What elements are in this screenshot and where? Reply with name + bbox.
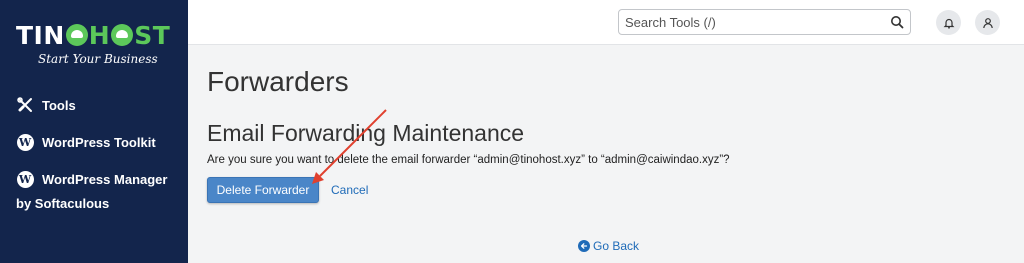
sidebar-item-wordpress-manager[interactable]: W WordPress Manager <box>16 170 167 188</box>
go-back-label: Go Back <box>593 239 640 253</box>
sidebar-item-label: Tools <box>42 97 76 113</box>
user-icon <box>982 17 993 28</box>
section-title: Email Forwarding Maintenance <box>207 120 525 146</box>
logo-cloud-o-icon <box>65 24 88 46</box>
logo-tagline: Start Your Business <box>38 52 158 66</box>
go-back-link[interactable]: Go Back <box>578 239 639 253</box>
tinohost-logo[interactable]: TIN H ST Start Your Business <box>16 22 176 67</box>
logo-text-tino: TIN <box>16 21 65 50</box>
wordpress-icon: W <box>16 133 34 151</box>
logo-text-h: H <box>88 21 111 50</box>
delete-forwarder-button[interactable]: Delete Forwarder <box>207 177 319 203</box>
confirmation-message: Are you sure you want to delete the emai… <box>207 154 730 166</box>
wordpress-icon: W <box>16 170 34 188</box>
logo-wordmark: TIN H ST <box>16 22 176 50</box>
sidebar-item-label: WordPress Toolkit <box>42 134 156 150</box>
arrow-left-circle-icon <box>578 240 590 252</box>
search-placeholder: Search Tools (/) <box>625 15 716 30</box>
sidebar: TIN H ST Start Your Business Tools W WordP… <box>0 0 188 263</box>
sidebar-item-wordpress-toolkit[interactable]: W WordPress Toolkit <box>16 133 156 151</box>
search-input[interactable]: Search Tools (/) <box>618 9 911 35</box>
notifications-button[interactable] <box>936 10 961 35</box>
sidebar-item-label: WordPress Manager <box>42 171 168 187</box>
cancel-link[interactable]: Cancel <box>331 183 368 197</box>
sidebar-item-sublabel[interactable]: by Softaculous <box>16 196 109 211</box>
sidebar-item-tools[interactable]: Tools <box>16 96 76 114</box>
search-icon[interactable] <box>890 15 904 29</box>
logo-cloud-o-icon <box>111 24 134 46</box>
tools-icon <box>16 96 34 114</box>
page-title: Forwarders <box>207 66 349 97</box>
user-menu-button[interactable] <box>975 10 1000 35</box>
logo-text-st: ST <box>134 21 171 50</box>
main-content: Forwarders Email Forwarding Maintenance … <box>188 46 1024 263</box>
top-bar: Search Tools (/) <box>188 0 1024 45</box>
bell-icon <box>943 18 954 29</box>
